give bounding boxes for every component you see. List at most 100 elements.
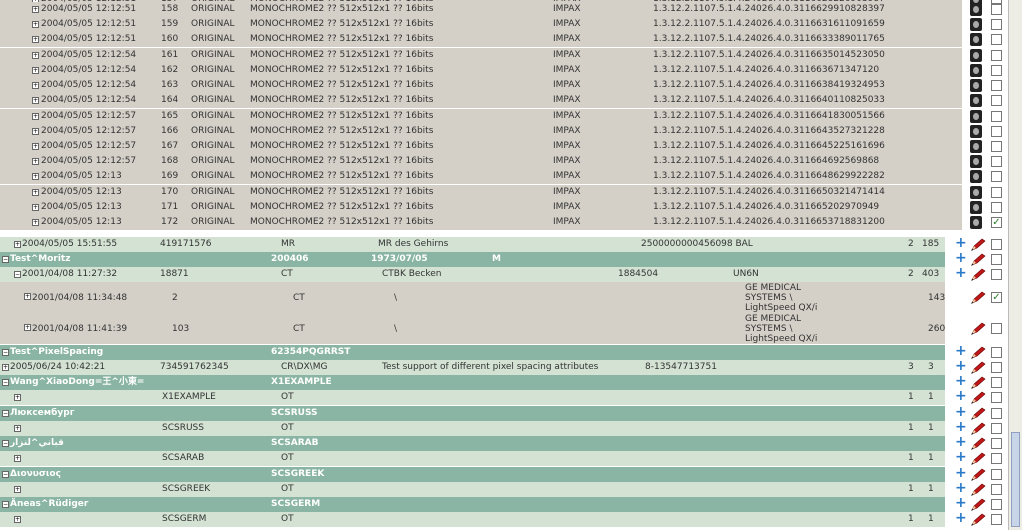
plus-box-icon[interactable]: + xyxy=(32,52,39,59)
select-checkbox[interactable] xyxy=(991,468,1002,480)
add-plus-icon[interactable]: + xyxy=(955,374,967,388)
instance-row[interactable]: +2004/05/05 12:12:54 164 ORIGINAL MONOCHROM… xyxy=(0,93,962,108)
select-checkbox[interactable] xyxy=(991,483,1002,495)
plus-box-icon[interactable]: + xyxy=(32,204,39,211)
select-checkbox[interactable] xyxy=(991,438,1002,449)
select-checkbox[interactable] xyxy=(991,19,1002,30)
plus-box-icon[interactable]: + xyxy=(32,6,39,13)
minus-box-icon[interactable]: − xyxy=(2,349,9,356)
patient-row[interactable]: − Διονυσιος SCSGREEK xyxy=(0,466,945,482)
instance-row[interactable]: +2004/05/05 12:13 172 ORIGINAL MONOCHROME2 … xyxy=(0,215,962,230)
select-checkbox[interactable] xyxy=(991,453,1002,464)
minus-box-icon[interactable]: − xyxy=(2,470,9,478)
add-plus-icon[interactable]: + xyxy=(955,236,967,250)
select-checkbox[interactable] xyxy=(991,4,1002,15)
instance-row[interactable]: +2004/05/05 12:12:57 168 ORIGINAL MONOCHROM… xyxy=(0,154,962,169)
add-plus-icon[interactable]: + xyxy=(955,450,967,464)
instance-row[interactable]: +2004/05/05 12:12:51 159 ORIGINAL MONOCHROM… xyxy=(0,17,962,32)
image-thumbnail-icon[interactable] xyxy=(970,155,982,168)
minus-box-icon[interactable]: − xyxy=(2,256,9,263)
image-thumbnail-icon[interactable] xyxy=(970,49,982,62)
minus-box-icon[interactable]: − xyxy=(2,440,9,447)
pencil-edit-icon[interactable] xyxy=(970,513,986,526)
add-plus-icon[interactable]: + xyxy=(955,435,967,449)
select-checkbox[interactable] xyxy=(991,171,1002,182)
series-row[interactable]: +2001/04/08 11:41:39 103 CT \ GE MEDICAL SYST… xyxy=(0,313,945,344)
add-plus-icon[interactable]: + xyxy=(955,266,967,280)
image-thumbnail-icon[interactable] xyxy=(970,18,982,31)
select-checkbox[interactable] xyxy=(991,499,1002,510)
instance-row[interactable]: +2004/05/05 12:13 170 ORIGINAL MONOCHROME2 … xyxy=(0,185,962,200)
select-checkbox[interactable] xyxy=(991,111,1002,122)
image-thumbnail-icon[interactable] xyxy=(970,33,982,46)
pencil-edit-icon[interactable] xyxy=(970,407,986,420)
plus-box-icon[interactable]: + xyxy=(32,113,39,120)
pencil-edit-icon[interactable] xyxy=(970,498,986,511)
select-checkbox[interactable] xyxy=(991,126,1002,137)
pencil-edit-icon[interactable] xyxy=(970,452,986,465)
pencil-edit-icon[interactable] xyxy=(970,322,986,335)
select-checkbox[interactable] xyxy=(991,347,1002,358)
plus-box-icon[interactable]: + xyxy=(2,364,9,371)
instance-row[interactable]: +2004/05/05 12:12:51 158 ORIGINAL MONOCHROM… xyxy=(0,2,962,17)
instance-row[interactable]: +2004/05/05 12:12:54 163 ORIGINAL MONOCHROM… xyxy=(0,78,962,93)
image-thumbnail-icon[interactable] xyxy=(970,140,982,153)
add-plus-icon[interactable]: + xyxy=(955,389,967,403)
plus-box-icon[interactable]: + xyxy=(32,189,39,196)
plus-box-icon[interactable]: + xyxy=(14,485,21,493)
patient-row[interactable]: − Test^Moritz 200406 1973/07/05 M xyxy=(0,252,945,267)
pencil-edit-icon[interactable] xyxy=(970,422,986,435)
series-row[interactable]: +2001/04/08 11:34:48 2 CT \ GE MEDICAL SYSTEM… xyxy=(0,282,945,313)
select-checkbox[interactable] xyxy=(991,80,1002,91)
image-thumbnail-icon[interactable] xyxy=(970,79,982,92)
instance-row[interactable]: +2004/05/05 12:12:57 165 ORIGINAL MONOCHROM… xyxy=(0,109,962,124)
add-plus-icon[interactable]: + xyxy=(955,405,967,419)
minus-box-icon[interactable]: − xyxy=(2,409,9,417)
select-checkbox[interactable] xyxy=(991,392,1002,403)
pencil-edit-icon[interactable] xyxy=(970,376,986,389)
instance-row[interactable]: +2004/05/05 12:12:54 162 ORIGINAL MONOCHROM… xyxy=(0,63,962,78)
select-checkbox[interactable] xyxy=(991,269,1002,280)
plus-box-icon[interactable]: + xyxy=(14,455,21,462)
pencil-edit-icon[interactable] xyxy=(970,291,986,304)
select-checkbox[interactable] xyxy=(991,141,1002,152)
add-plus-icon[interactable]: + xyxy=(955,420,967,434)
study-row[interactable]: + SCSGREEK OT 1 1 xyxy=(0,481,945,497)
instance-row[interactable]: +2004/05/05 12:12:51 160 ORIGINAL MONOCHROM… xyxy=(0,32,962,47)
pencil-edit-icon[interactable] xyxy=(970,468,986,481)
pencil-edit-icon[interactable] xyxy=(970,268,986,281)
select-checkbox[interactable]: ✓ xyxy=(991,292,1002,303)
plus-box-icon[interactable]: + xyxy=(32,21,39,28)
minus-box-icon[interactable]: − xyxy=(14,271,21,278)
plus-box-icon[interactable]: + xyxy=(32,67,39,74)
image-thumbnail-icon[interactable] xyxy=(970,186,982,199)
add-plus-icon[interactable]: + xyxy=(955,251,967,265)
image-thumbnail-icon[interactable] xyxy=(970,201,982,214)
select-checkbox[interactable] xyxy=(991,362,1002,373)
select-checkbox[interactable] xyxy=(991,407,1002,419)
image-thumbnail-icon[interactable] xyxy=(970,110,982,123)
add-plus-icon[interactable]: + xyxy=(955,466,967,480)
plus-box-icon[interactable]: + xyxy=(32,82,39,89)
add-plus-icon[interactable]: + xyxy=(955,359,967,373)
minus-box-icon[interactable]: − xyxy=(2,501,9,508)
scrollbar-thumb[interactable] xyxy=(1011,432,1020,527)
study-row[interactable]: +2005/06/24 10:42:21 734591762345 CR\DX\MG… xyxy=(0,360,945,375)
select-checkbox[interactable] xyxy=(991,377,1002,388)
pencil-edit-icon[interactable] xyxy=(970,483,986,496)
image-thumbnail-icon[interactable] xyxy=(970,3,982,16)
plus-box-icon[interactable]: + xyxy=(14,241,21,248)
plus-box-icon[interactable]: + xyxy=(24,324,31,331)
pencil-edit-icon[interactable] xyxy=(970,253,986,266)
study-row[interactable]: + X1EXAMPLE OT 1 1 xyxy=(0,390,945,405)
study-row[interactable]: −2001/04/08 11:27:32 18871 CT CTBK Becken 18… xyxy=(0,267,945,282)
patient-row[interactable]: − Äneas^Rüdiger SCSGERM xyxy=(0,497,945,512)
add-plus-icon[interactable]: + xyxy=(955,511,967,525)
minus-box-icon[interactable]: − xyxy=(2,379,9,386)
patient-row[interactable]: − Люксембург SCSRUSS xyxy=(0,405,945,421)
pencil-edit-icon[interactable] xyxy=(970,437,986,450)
add-plus-icon[interactable]: + xyxy=(955,496,967,510)
select-checkbox[interactable] xyxy=(991,239,1002,250)
instance-row[interactable]: +2004/05/05 12:12:57 166 ORIGINAL MONOCHROM… xyxy=(0,124,962,139)
plus-box-icon[interactable]: + xyxy=(32,219,39,226)
